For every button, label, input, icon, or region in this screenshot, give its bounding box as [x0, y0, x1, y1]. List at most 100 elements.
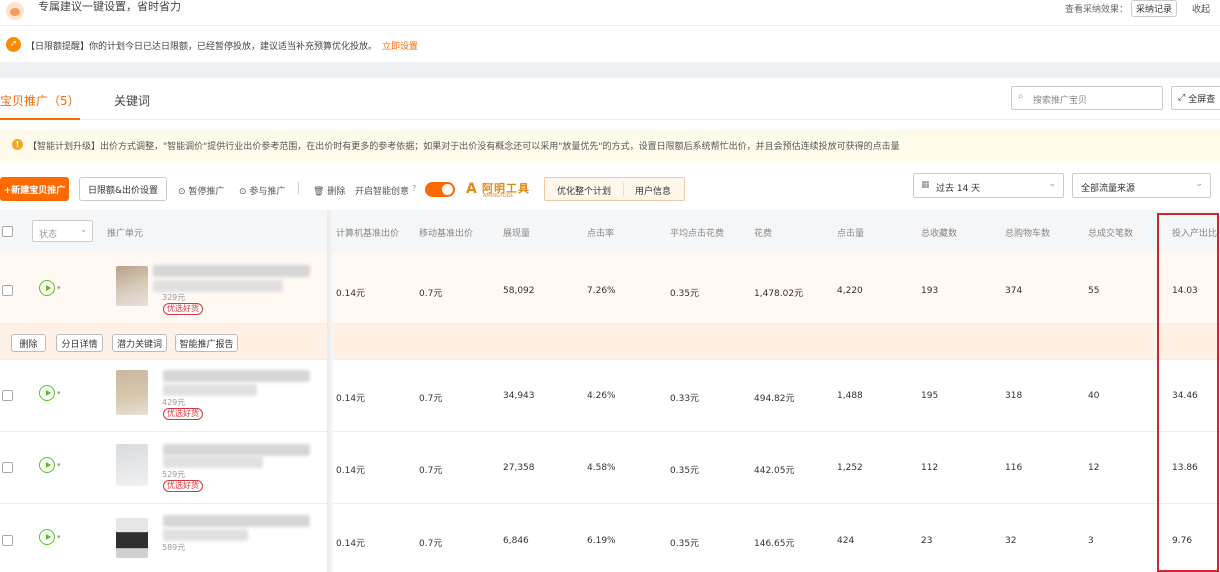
col-cost: 花费 [754, 229, 773, 239]
cost: 494.82元 [754, 394, 795, 404]
new-promotion-button[interactable]: +新建宝贝推广 [0, 177, 69, 201]
cost: 442.05元 [754, 466, 795, 476]
daily-detail-button[interactable]: 分日详情 [56, 334, 103, 352]
calendar-icon: ▦ [921, 180, 930, 190]
table-row[interactable]: ▾ 429元 优选好货 0.14元 0.7元 34,943 4.26% 0.33… [0, 360, 1220, 432]
cost: 146.65元 [754, 539, 795, 549]
alert-link[interactable]: 立即设置 [382, 39, 418, 52]
impressions: 27,358 [503, 463, 535, 473]
orders: 40 [1088, 391, 1100, 401]
section-separator [0, 62, 1220, 78]
chevron-down-icon: ⌄ [80, 225, 87, 234]
info-icon: ! [12, 139, 23, 150]
smart-report-button[interactable]: 智能推广报告 [175, 334, 238, 352]
row-actions-bar: 删除 分日详情 潜力关键词 智能推广报告 [0, 324, 1220, 360]
pause-button[interactable]: ⊙ 暂停推广 [178, 184, 224, 197]
rocket-icon: ➚ [6, 37, 21, 52]
table-row[interactable]: ▾ 589元 0.14元 0.7元 6,846 6.19% 0.35元 146.… [0, 504, 1220, 572]
select-all-checkbox[interactable] [2, 226, 13, 237]
row-checkbox[interactable] [2, 285, 13, 296]
effect-label: 查看采纳效果： [1064, 5, 1128, 15]
fullscreen-button[interactable]: ⤢ 全屏查 [1171, 86, 1220, 110]
table-row[interactable]: ▾ 329元 优选好货 0.14元 0.7元 58,092 7.26% 0.35… [0, 252, 1220, 324]
col-favorites: 总收藏数 [921, 229, 958, 239]
col-pc-bid: 计算机基准出价 [336, 229, 400, 239]
tab-keywords[interactable]: 关键词 [114, 92, 150, 109]
help-icon: ? [412, 184, 417, 193]
assistant-avatar-icon [6, 2, 24, 20]
mobile-bid[interactable]: 0.7元 [419, 463, 442, 476]
product-price: 329元 [162, 293, 186, 302]
join-button[interactable]: ⊙ 参与推广 [239, 184, 285, 197]
pc-bid[interactable]: 0.14元 [336, 391, 365, 404]
mobile-bid[interactable]: 0.7元 [419, 536, 442, 549]
pc-bid[interactable]: 0.14元 [336, 536, 365, 549]
search-box[interactable]: ⌕ 搜索推广宝贝 [1011, 86, 1163, 110]
date-range-select[interactable]: ▦ 过去 14 天 ⌄ [913, 173, 1064, 198]
col-ctr: 点击率 [587, 229, 615, 239]
optimize-plan-button[interactable]: 优化整个计划 [557, 184, 611, 197]
play-status-icon[interactable] [39, 457, 55, 473]
carts: 116 [1005, 463, 1023, 473]
table-header: 状态 ⌄ 推广单元 计算机基准出价 移动基准出价 展现量 点击率 平均点击花费 … [0, 210, 1220, 252]
tab-item-promotion[interactable]: 宝贝推广（5） [0, 92, 80, 120]
potential-keywords-button[interactable]: 潜力关键词 [112, 334, 167, 352]
play-status-icon[interactable] [39, 280, 55, 296]
favorites: 112 [921, 463, 939, 473]
chevron-down-icon: ⌄ [1195, 179, 1203, 189]
cpc: 0.35元 [670, 289, 700, 299]
cpc: 0.33元 [670, 394, 700, 404]
play-circle-icon: ⊙ [239, 187, 247, 197]
toolbar-divider [298, 182, 299, 194]
collapse-link[interactable]: 收起 [1192, 2, 1210, 15]
cpc: 0.35元 [670, 539, 700, 549]
product-title-blurred [163, 456, 263, 468]
budget-bid-button[interactable]: 日限额&出价设置 [79, 177, 167, 201]
col-unit: 推广单元 [107, 229, 144, 239]
row-delete-button[interactable]: 删除 [11, 334, 46, 352]
table-row[interactable]: ▾ 529元 优选好货 0.14元 0.7元 27,358 4.58% 0.35… [0, 432, 1220, 504]
product-price: 589元 [162, 543, 186, 552]
product-thumbnail [116, 266, 148, 306]
smart-creative-label: 开启智能创意 [355, 187, 410, 197]
status-caret-icon[interactable]: ▾ [57, 389, 61, 397]
upgrade-banner: ! 【智能计划升级】出价方式调整，"智能调价"提供行业出价参考范围，在出价时有更… [0, 129, 1220, 161]
join-label: 参与推广 [249, 187, 286, 197]
user-info-button[interactable]: 用户信息 [635, 184, 671, 197]
top-bar: 专属建议一键设置，省时省力 查看采纳效果： 采纳记录 收起 [0, 0, 1220, 26]
col-carts: 总购物车数 [1005, 229, 1051, 239]
brand-logo: A 阿明工具 AMINGTOOL [466, 179, 536, 201]
brand-logo-icon: A [466, 181, 477, 197]
row-checkbox[interactable] [2, 390, 13, 401]
records-button[interactable]: 采纳记录 [1131, 0, 1177, 17]
traffic-source-select[interactable]: 全部流量来源 ⌄ [1072, 173, 1211, 198]
search-input[interactable]: 搜索推广宝贝 [1033, 93, 1087, 106]
delete-button[interactable]: 🗑 删除 [313, 184, 345, 197]
status-caret-icon[interactable]: ▾ [57, 461, 61, 469]
status-caret-icon[interactable]: ▾ [57, 284, 61, 292]
carts: 318 [1005, 391, 1023, 401]
row-checkbox[interactable] [2, 462, 13, 473]
status-filter[interactable]: 状态 ⌄ [32, 220, 93, 242]
mobile-bid[interactable]: 0.7元 [419, 391, 442, 404]
product-title-blurred [163, 370, 310, 382]
smart-creative-toggle[interactable] [425, 182, 455, 197]
product-title-blurred [163, 529, 248, 541]
product-thumbnail [116, 370, 148, 415]
col-mobile-bid: 移动基准出价 [419, 229, 474, 239]
page-title: 专属建议一键设置，省时省力 [38, 0, 181, 13]
row-checkbox[interactable] [2, 535, 13, 546]
col-cpc: 平均点击花费 [670, 229, 725, 239]
play-status-icon[interactable] [39, 529, 55, 545]
pc-bid[interactable]: 0.14元 [336, 463, 365, 476]
play-status-icon[interactable] [39, 385, 55, 401]
delete-label: 删除 [327, 187, 346, 197]
pc-bid[interactable]: 0.14元 [336, 286, 365, 299]
expand-icon: ⤢ [1178, 93, 1186, 103]
ctr: 6.19% [587, 536, 616, 546]
product-thumbnail [116, 444, 148, 486]
pause-label: 暂停推广 [188, 187, 225, 197]
mobile-bid[interactable]: 0.7元 [419, 286, 442, 299]
status-caret-icon[interactable]: ▾ [57, 533, 61, 541]
brand-sub: AMINGTOOL [483, 193, 514, 199]
